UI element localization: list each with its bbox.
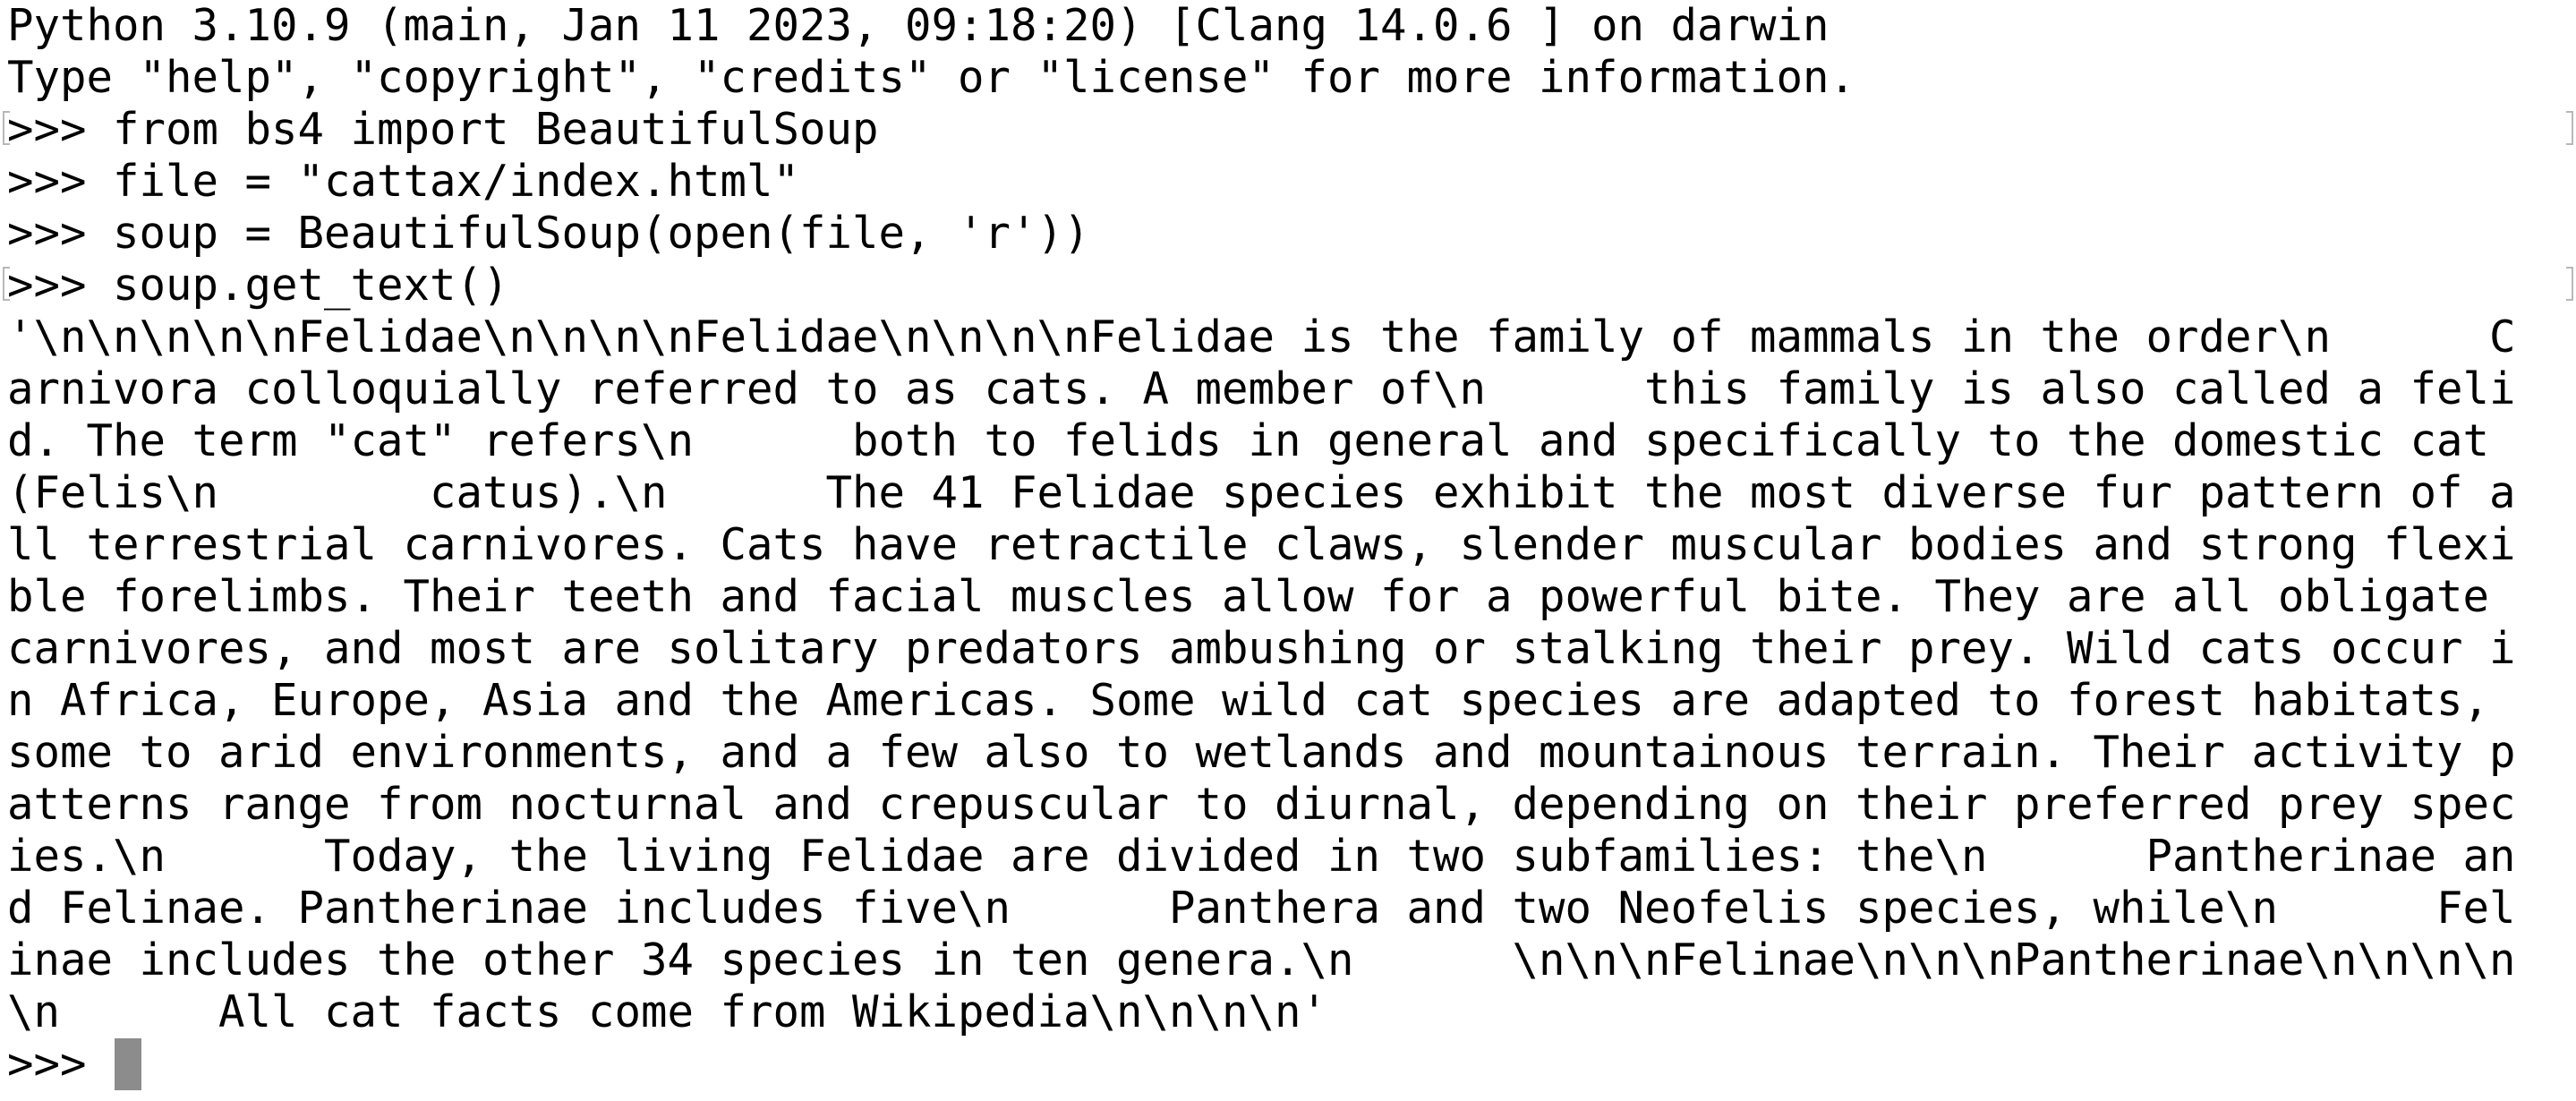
output-line: (Felis\n catus).\n The 41 Felidae specie… — [7, 467, 2516, 518]
terminal-window[interactable]: Python 3.10.9 (main, Jan 11 2023, 09:18:… — [0, 0, 2576, 1101]
output-line: carnivores, and most are solitary predat… — [7, 623, 2516, 674]
command-line: >>> file = "cattax/index.html" — [7, 156, 800, 207]
command-mark-right — [2566, 267, 2573, 301]
output-line: ll terrestrial carnivores. Cats have ret… — [7, 519, 2516, 570]
command-mark-right — [2566, 111, 2573, 145]
output-line: ies.\n Today, the living Felidae are div… — [7, 831, 2516, 882]
output-line: ble forelimbs. Their teeth and facial mu… — [7, 571, 2490, 622]
output-line: n Africa, Europe, Asia and the Americas.… — [7, 675, 2490, 726]
command-line: >>> soup.get_text() — [7, 260, 509, 311]
output-line: some to arid environments, and a few als… — [7, 727, 2516, 778]
banner-help-line: Type "help", "copyright", "credits" or "… — [7, 52, 1856, 103]
output-line: d Felinae. Pantherinae includes five\n P… — [7, 883, 2516, 934]
output-line: inae includes the other 34 species in te… — [7, 935, 2516, 986]
output-line: d. The term "cat" refers\n both to felid… — [7, 415, 2490, 466]
output-line: \n All cat facts come from Wikipedia\n\n… — [7, 986, 1328, 1037]
command-line: >>> soup = BeautifulSoup(open(file, 'r')… — [7, 208, 1090, 259]
output-line: arnivora colloquially referred to as cat… — [7, 363, 2516, 414]
input-prompt[interactable]: >>> — [7, 1038, 113, 1090]
text-cursor — [115, 1038, 141, 1090]
banner-version-line: Python 3.10.9 (main, Jan 11 2023, 09:18:… — [7, 0, 1830, 51]
output-line: atterns range from nocturnal and crepusc… — [7, 779, 2516, 830]
output-line: '\n\n\n\n\nFelidae\n\n\n\nFelidae\n\n\n\… — [7, 312, 2516, 363]
command-line: >>> from bs4 import BeautifulSoup — [7, 104, 879, 155]
